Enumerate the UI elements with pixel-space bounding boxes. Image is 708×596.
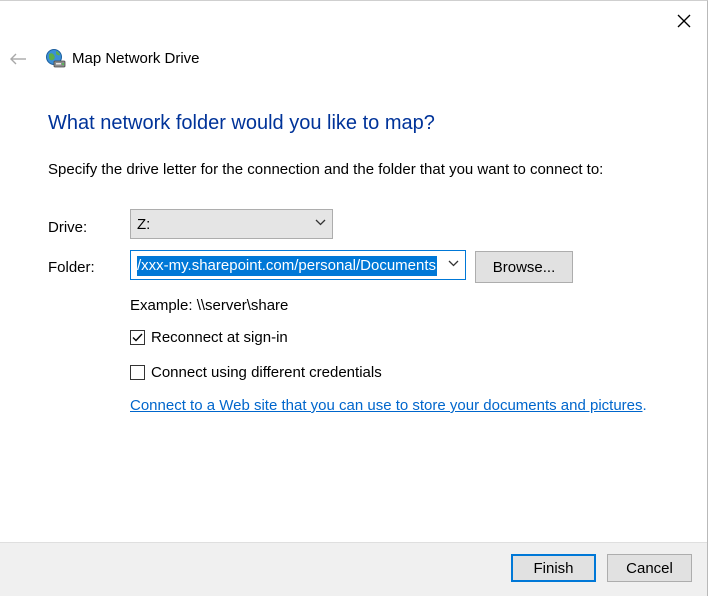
drive-letter-select[interactable]: Z: — [130, 209, 333, 239]
credentials-checkbox-row[interactable]: Connect using different credentials — [130, 364, 382, 381]
back-arrow-icon — [10, 53, 26, 65]
reconnect-checkbox-row[interactable]: Reconnect at sign-in — [130, 329, 288, 346]
chevron-down-icon — [315, 219, 326, 226]
drive-label: Drive: — [48, 219, 88, 236]
folder-label: Folder: — [48, 259, 95, 276]
checkmark-icon — [132, 333, 143, 342]
finish-button[interactable]: Finish — [511, 554, 596, 582]
reconnect-checkbox[interactable] — [130, 330, 145, 345]
web-site-link-line: Connect to a Web site that you can use t… — [130, 397, 647, 414]
dialog-title: Map Network Drive — [72, 50, 200, 67]
network-drive-icon — [46, 49, 66, 68]
folder-path-input[interactable]: /xxx-my.sharepoint.com/personal/Document… — [137, 256, 438, 276]
link-period: . — [642, 397, 647, 414]
web-site-link[interactable]: Connect to a Web site that you can use t… — [130, 397, 643, 414]
drive-letter-value: Z: — [137, 215, 151, 233]
close-button[interactable] — [664, 5, 704, 37]
back-button[interactable] — [4, 45, 32, 73]
browse-button[interactable]: Browse... — [475, 251, 573, 283]
instruction-text: Specify the drive letter for the connect… — [48, 161, 604, 178]
dialog-footer — [0, 542, 707, 596]
example-text: Example: \\server\share — [130, 297, 289, 314]
map-network-drive-dialog: Map Network Drive What network folder wo… — [0, 0, 708, 596]
credentials-checkbox[interactable] — [130, 365, 145, 380]
close-icon — [677, 14, 691, 28]
chevron-down-icon[interactable] — [448, 260, 459, 267]
cancel-button[interactable]: Cancel — [607, 554, 692, 582]
page-heading: What network folder would you like to ma… — [48, 112, 435, 134]
credentials-label[interactable]: Connect using different credentials — [151, 364, 382, 381]
reconnect-label[interactable]: Reconnect at sign-in — [151, 329, 288, 346]
folder-path-combobox[interactable]: /xxx-my.sharepoint.com/personal/Document… — [130, 250, 466, 280]
